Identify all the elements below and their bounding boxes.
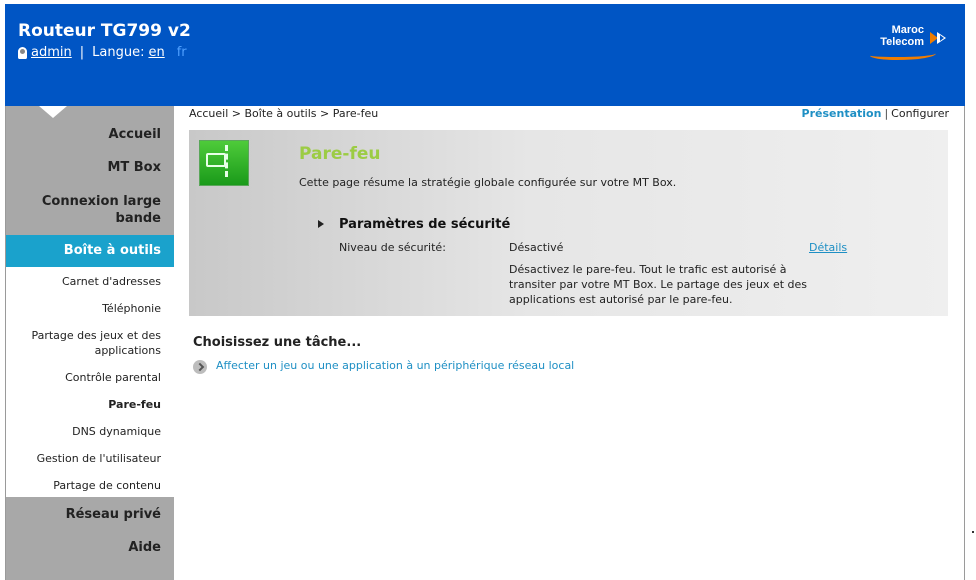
sidebar-sub-partage-contenu[interactable]: Partage de contenu bbox=[53, 478, 161, 493]
page-title: Pare-feu bbox=[299, 144, 381, 164]
router-title: Routeur TG799 v2 bbox=[18, 21, 191, 41]
sidebar-subpanel: Carnet d'adresses Téléphonie Partage des… bbox=[6, 267, 174, 497]
page-description: Cette page résume la stratégie globale c… bbox=[299, 176, 677, 189]
presentation-link[interactable]: Présentation bbox=[802, 107, 882, 120]
sidebar-sub-pare-feu[interactable]: Pare-feu bbox=[108, 397, 161, 412]
sidebar: Accueil MT Box Connexion large bande Boî… bbox=[6, 106, 174, 580]
task-chevron-icon[interactable] bbox=[193, 360, 207, 374]
firewall-panel: Pare-feu Cette page résume la stratégie … bbox=[189, 130, 948, 316]
header: Routeur TG799 v2 admin | Langue: en fr M… bbox=[5, 4, 965, 106]
details-link[interactable]: Détails bbox=[809, 241, 847, 254]
language-en-link[interactable]: en bbox=[148, 45, 164, 60]
maroc-telecom-logo: Maroc Telecom bbox=[866, 22, 948, 60]
sidebar-sub-gestion-utilisateur[interactable]: Gestion de l'utilisateur bbox=[37, 451, 161, 466]
logo-text: Maroc Telecom bbox=[880, 24, 924, 48]
language-fr-link[interactable]: fr bbox=[177, 45, 187, 60]
expand-arrow-icon[interactable] bbox=[318, 220, 324, 228]
sidebar-item-connexion[interactable]: Connexion large bande bbox=[6, 193, 174, 227]
security-level-value: Désactivé bbox=[509, 241, 564, 254]
breadcrumb: Accueil > Boîte à outils > Pare-feu bbox=[189, 107, 379, 120]
view-switch: Présentation | Configurer bbox=[802, 107, 949, 120]
sidebar-sub-partage-jeux[interactable]: Partage des jeux et des applications bbox=[16, 328, 161, 358]
security-level-note: Désactivez le pare-feu. Tout le trafic e… bbox=[509, 263, 808, 306]
sidebar-item-reseau-prive[interactable]: Réseau privé bbox=[6, 507, 174, 522]
sidebar-sub-dns[interactable]: DNS dynamique bbox=[72, 424, 161, 439]
user-link[interactable]: admin bbox=[31, 45, 72, 60]
task-link-assign-game[interactable]: Affecter un jeu ou une application à un … bbox=[216, 359, 574, 372]
sidebar-item-accueil[interactable]: Accueil bbox=[6, 127, 174, 142]
stray-dot bbox=[972, 531, 974, 533]
language-label: Langue: bbox=[92, 45, 145, 60]
firewall-icon bbox=[199, 140, 249, 186]
separator: | bbox=[79, 45, 85, 60]
user-icon bbox=[18, 46, 27, 59]
security-level-label: Niveau de sécurité: bbox=[339, 241, 446, 254]
logo-swoosh bbox=[870, 49, 936, 60]
sidebar-sub-carnet[interactable]: Carnet d'adresses bbox=[62, 274, 161, 289]
sidebar-sub-telephonie[interactable]: Téléphonie bbox=[102, 301, 161, 316]
sidebar-notch bbox=[39, 106, 67, 118]
sidebar-sub-controle-parental[interactable]: Contrôle parental bbox=[65, 370, 161, 385]
sidebar-item-boite-a-outils[interactable]: Boîte à outils bbox=[6, 235, 174, 267]
user-line: admin | Langue: en fr bbox=[18, 45, 187, 60]
configure-link[interactable]: Configurer bbox=[891, 107, 949, 120]
sidebar-item-mt-box[interactable]: MT Box bbox=[6, 160, 174, 175]
sidebar-item-aide[interactable]: Aide bbox=[6, 540, 174, 555]
security-section-title[interactable]: Paramètres de sécurité bbox=[339, 217, 510, 232]
logo-x-icon bbox=[930, 32, 946, 44]
view-separator: | bbox=[884, 107, 889, 120]
task-heading: Choisissez une tâche... bbox=[193, 335, 362, 350]
